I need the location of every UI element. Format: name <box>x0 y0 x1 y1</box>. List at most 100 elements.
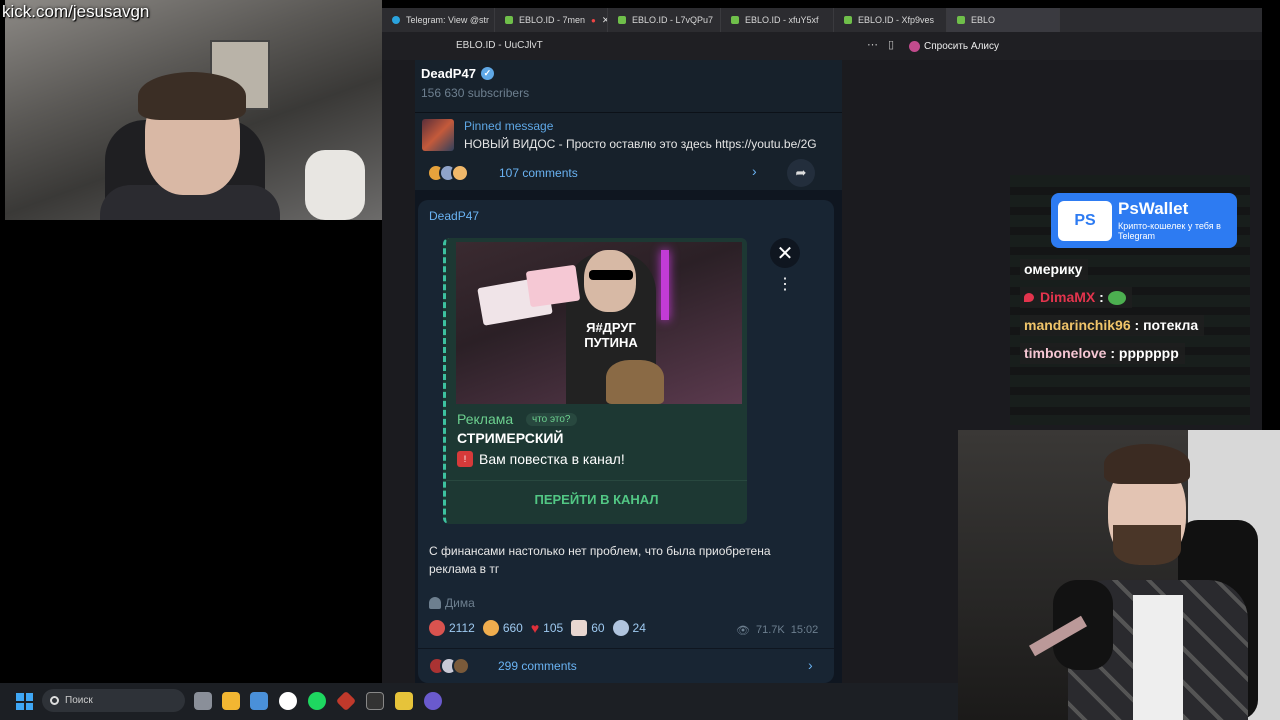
kick-url-overlay: kick.com/jesusavgn <box>2 2 150 21</box>
avatar <box>452 657 470 675</box>
app-icon[interactable] <box>395 692 413 710</box>
channel-name-text: DeadP47 <box>421 66 476 81</box>
chat-message: mandarinchik96 : потекла <box>1020 315 1205 336</box>
pswallet-tagline: Крипто-кошелек у тебя в Telegram <box>1118 221 1221 241</box>
chat-message: timbonelove : ppppppp <box>1020 343 1185 364</box>
tab-label: EBLO <box>971 15 996 25</box>
reaction-count: 2112 <box>449 621 475 635</box>
share-button[interactable]: ➦ <box>787 159 815 187</box>
reaction-chip[interactable]: 660 <box>482 618 523 638</box>
reaction-emoji-icon <box>571 620 588 636</box>
discord-icon[interactable] <box>424 692 442 710</box>
more-options-icon[interactable]: ⋮ <box>770 273 800 297</box>
pinned-comments-bar[interactable]: 107 comments › ➦ <box>415 156 842 190</box>
tab-label: EBLO.ID - 7men <box>519 15 586 25</box>
reaction-count: 105 <box>543 621 564 635</box>
person-icon <box>429 597 441 609</box>
product-box <box>525 264 581 308</box>
reaction-chip[interactable]: ♥ 105 <box>531 618 563 638</box>
pswallet-name: PsWallet <box>1118 199 1189 218</box>
reaction-chip[interactable]: 24 <box>612 618 646 638</box>
sunglasses <box>589 270 633 280</box>
reaction-emoji-icon <box>429 620 445 636</box>
post-signature: Дима <box>429 596 475 610</box>
tab-eblo-4[interactable]: EBLO.ID - Xfp9ves <box>834 8 947 32</box>
streamer-webcam-bottom-right <box>958 430 1280 720</box>
windows-taskbar: Поиск <box>0 683 958 720</box>
bookmark-icon[interactable]: ▯ <box>888 38 894 51</box>
eblo-icon <box>505 16 513 24</box>
pswallet-logo: PS <box>1058 201 1112 241</box>
yandex-browser-icon[interactable] <box>279 692 297 710</box>
ask-alice-button[interactable]: Спросить Алису <box>909 37 999 55</box>
ad-shirt-text: Я#ДРУГ ПУТИНА <box>584 320 638 350</box>
ad-title: СТРИМЕРСКИЙ <box>457 430 564 446</box>
search-icon <box>50 696 59 705</box>
subscriber-count: 156 630 subscribers <box>421 86 530 100</box>
app-icon[interactable] <box>335 690 357 712</box>
tab-label: EBLO.ID - L7vQPu7 <box>632 15 714 25</box>
reaction-emoji-icon <box>482 620 499 636</box>
tab-label: EBLO.ID - Xfp9ves <box>858 15 935 25</box>
tab-telegram[interactable]: Telegram: View @str <box>382 8 495 32</box>
close-ad-button[interactable]: ✕ <box>770 238 800 268</box>
channel-header[interactable]: DeadP47 ✓ 156 630 subscribers <box>415 60 842 112</box>
address-bar[interactable]: EBLO.ID - UuCJlvT ⋯ ▯ Спросить Алису <box>382 32 1262 60</box>
tab-eblo-1[interactable]: EBLO.ID - 7men ● ✕ <box>495 8 608 32</box>
neon-light <box>661 250 669 320</box>
reaction-chip[interactable]: 60 <box>571 618 605 638</box>
pinned-thumbnail <box>422 119 454 151</box>
store-icon[interactable] <box>250 692 268 710</box>
ask-alice-label: Спросить Алису <box>924 40 1000 52</box>
tab-label: EBLO.ID - xfuY5xf <box>745 15 819 25</box>
reaction-emoji-icon <box>612 620 629 636</box>
eblo-icon <box>618 16 626 24</box>
more-icon[interactable]: ⋯ <box>867 38 878 51</box>
post-meta: 👁 71.7K 15:02 <box>736 624 818 637</box>
file-explorer-icon[interactable] <box>222 692 240 710</box>
stream-screen: kick.com/jesusavgn Telegram: View @str E… <box>0 0 1280 720</box>
post-text: С финансами настолько нет проблем, что б… <box>429 544 771 576</box>
spotify-icon[interactable] <box>308 692 326 710</box>
avatar <box>451 164 469 182</box>
ad-image: Я#ДРУГ ПУТИНА <box>456 242 742 404</box>
reaction-count: 60 <box>591 621 605 635</box>
chat-text: ppppppp <box>1118 345 1179 361</box>
streamer-hair <box>1104 444 1190 484</box>
heart-badge-icon <box>1024 293 1034 302</box>
signature-name: Дима <box>445 596 475 610</box>
reaction-chip[interactable]: 2112 <box>429 618 475 638</box>
commenter-avatars <box>428 657 470 675</box>
tab-eblo-3[interactable]: EBLO.ID - xfuY5xf <box>721 8 834 32</box>
tab-eblo-2[interactable]: EBLO.ID - L7vQPu7 <box>608 8 721 32</box>
sponsored-ad-card[interactable]: Я#ДРУГ ПУТИНА Реклама что это? СТРИМЕРСК… <box>443 238 747 524</box>
taskbar-search[interactable]: Поиск <box>42 689 185 712</box>
eblo-icon <box>844 16 852 24</box>
post-comments-bar[interactable]: 299 comments › <box>418 648 834 683</box>
reaction-count: 24 <box>632 621 646 635</box>
streamer-webcam-top-left <box>5 0 382 220</box>
chat-username: mandarinchik96 <box>1024 317 1131 333</box>
tab-eblo-5[interactable]: EBLO <box>947 8 1060 32</box>
bear-sticker <box>606 360 664 404</box>
go-to-channel-button[interactable]: ПЕРЕЙТИ В КАНАЛ <box>446 480 747 518</box>
ad-text-label: Вам повестка в канал! <box>479 451 625 467</box>
reaction-count: 660 <box>502 621 523 635</box>
chat-username: DimaMX <box>1040 289 1096 305</box>
windows-start-icon[interactable] <box>16 693 33 710</box>
pinned-title: Pinned message <box>464 119 554 133</box>
chevron-right-icon: › <box>808 657 813 673</box>
browser-tab-bar: Telegram: View @str EBLO.ID - 7men ● ✕ E… <box>382 8 1262 32</box>
chat-text: потекла <box>1143 317 1199 333</box>
whats-this-link[interactable]: что это? <box>526 413 577 426</box>
search-placeholder: Поиск <box>65 695 93 706</box>
heart-icon: ♥ <box>530 620 540 636</box>
address-bar-actions: ⋯ ▯ <box>867 38 894 51</box>
pinned-message[interactable]: Pinned message НОВЫЙ ВИДОС - Просто оста… <box>415 112 842 156</box>
pepe-emote-icon <box>1107 291 1126 306</box>
terminal-icon[interactable] <box>366 692 384 710</box>
view-count: 71.7K <box>755 624 785 636</box>
task-view-icon[interactable] <box>194 692 212 710</box>
chat-text: омерику <box>1024 261 1083 277</box>
white-tshirt <box>1133 595 1183 720</box>
